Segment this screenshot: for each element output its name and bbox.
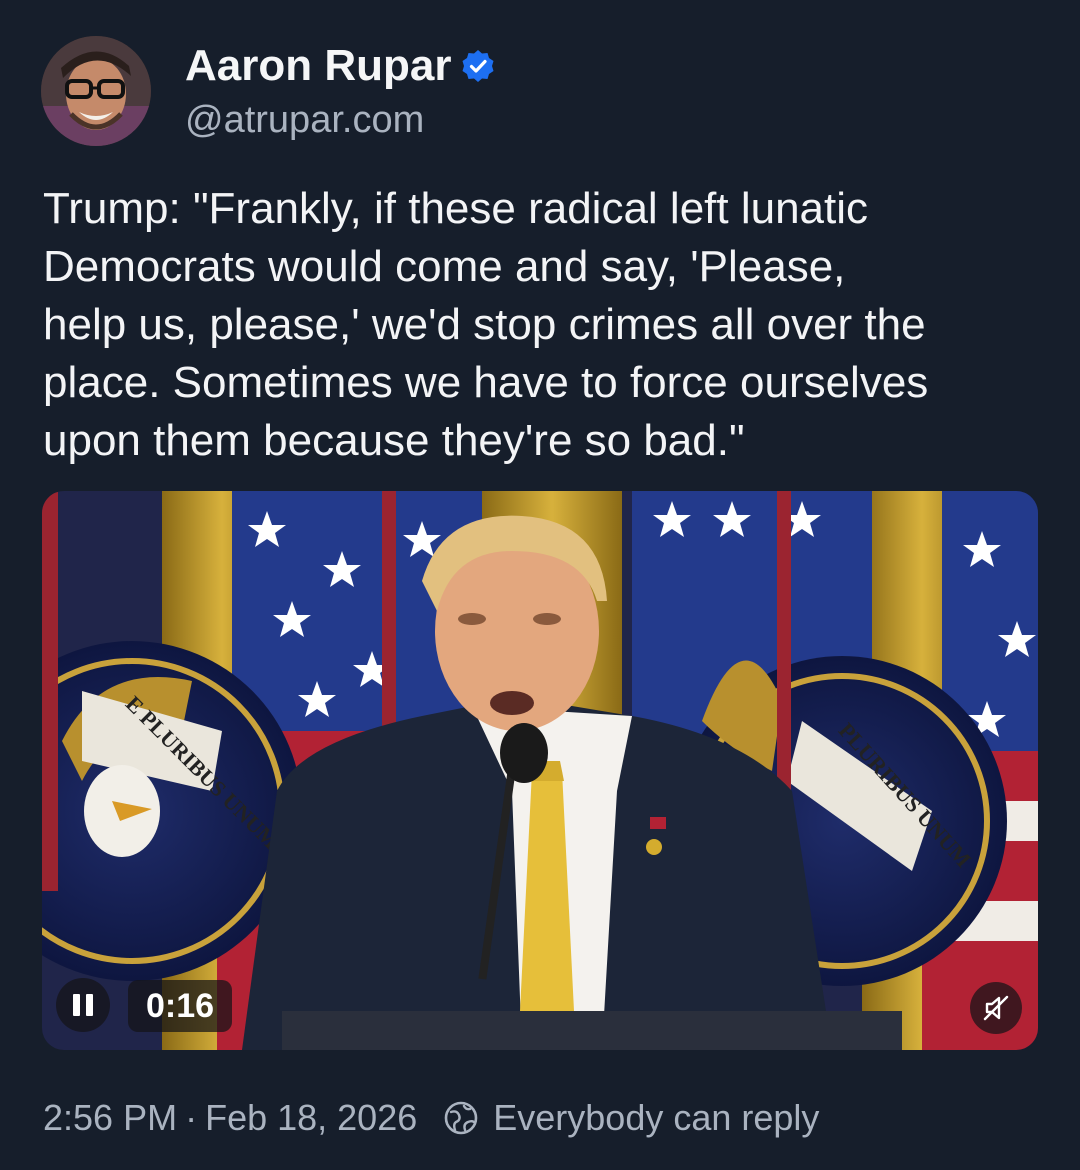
reply-scope-label: Everybody can reply	[493, 1097, 820, 1138]
post-card: Aaron Rupar @atrupar.com Trump: "Frankly…	[0, 0, 1080, 1170]
footer-separator: ·	[185, 1097, 198, 1138]
post-footer: 2:56 PM · Feb 18, 2026 Everybody can rep…	[43, 1094, 819, 1142]
post-text: Trump: "Frankly, if these radical left l…	[43, 184, 929, 465]
post-time[interactable]: 2:56 PM	[43, 1094, 177, 1142]
globe-icon	[444, 1101, 478, 1135]
video-player[interactable]: E PLURIBUS UNUM PLURIBUS UNUM	[42, 491, 1038, 1050]
avatar-photo	[41, 36, 151, 146]
pause-button[interactable]	[56, 978, 110, 1032]
reply-scope: Everybody can reply	[443, 1094, 819, 1142]
avatar[interactable]	[41, 36, 151, 146]
video-frame: E PLURIBUS UNUM PLURIBUS UNUM	[42, 491, 1038, 1050]
author-name-row: Aaron Rupar	[185, 40, 495, 92]
author-handle[interactable]: @atrupar.com	[185, 96, 424, 144]
video-elapsed-time: 0:16	[128, 980, 233, 1032]
mute-toggle-button[interactable]	[970, 982, 1022, 1034]
post-date[interactable]: Feb 18, 2026	[205, 1094, 417, 1142]
pause-icon	[70, 994, 96, 1016]
speaker-muted-icon	[983, 995, 1009, 1021]
author-display-name[interactable]: Aaron Rupar	[185, 40, 451, 92]
verified-badge-icon	[462, 50, 494, 82]
